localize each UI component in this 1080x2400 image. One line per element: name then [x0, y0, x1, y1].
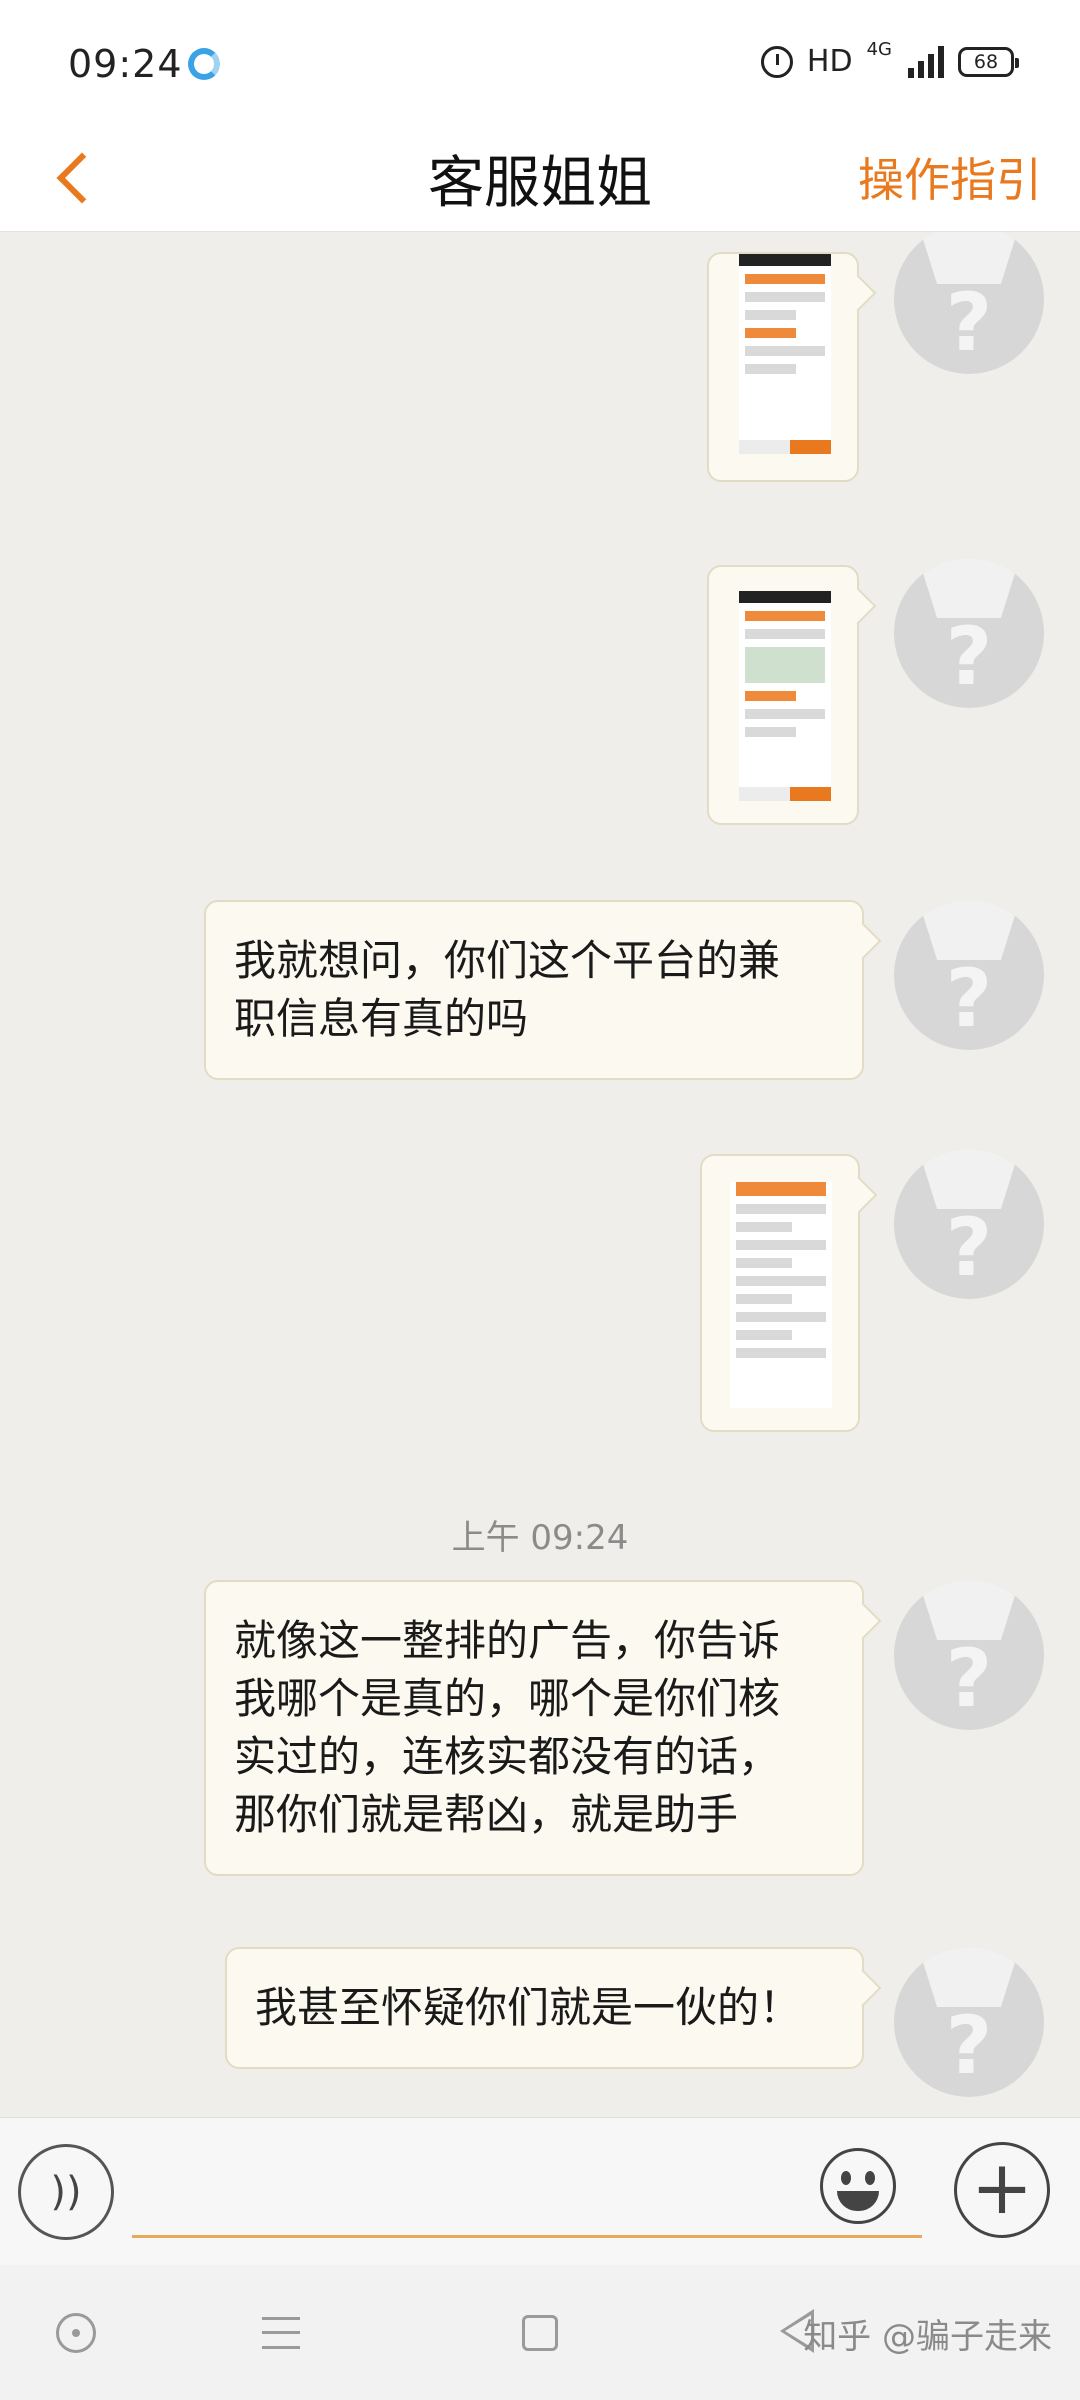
status-bar: 09:24 HD 4G 68	[0, 0, 1080, 120]
menu-icon[interactable]	[262, 2317, 300, 2349]
message-line: 实过的，连核实都没有的话，	[234, 1732, 781, 1781]
chat-area[interactable]: ? ? 我就想问，你们这个平台的兼 职信息有真的吗 ? ? 上午 09:24 就…	[0, 232, 1080, 2117]
signal-icon	[908, 45, 944, 78]
alarm-icon	[760, 45, 793, 78]
text-message[interactable]: 我甚至怀疑你们就是一伙的！	[225, 1947, 864, 2069]
avatar[interactable]: ?	[894, 1947, 1044, 2097]
message-line: 我就想问，你们这个平台的兼	[234, 936, 781, 985]
message-timestamp: 上午 09:24	[451, 1518, 629, 1558]
network-label: 4G	[866, 39, 892, 60]
screenshot-thumbnail[interactable]	[739, 591, 831, 801]
text-message[interactable]: 就像这一整排的广告，你告诉 我哪个是真的，哪个是你们核 实过的，连核实都没有的话…	[204, 1580, 864, 1876]
message-input[interactable]	[132, 2144, 922, 2238]
status-icons: HD 4G 68	[760, 39, 1019, 79]
avatar-question-icon: ?	[945, 1632, 993, 1725]
image-message[interactable]	[700, 1154, 860, 1432]
guide-button[interactable]: 操作指引	[858, 144, 1042, 210]
avatar[interactable]: ?	[894, 1580, 1044, 1730]
avatar[interactable]: ?	[894, 900, 1044, 1050]
battery-icon: 68	[958, 46, 1019, 77]
app-icon	[188, 48, 220, 80]
hd-label: HD	[806, 44, 853, 79]
voice-icon[interactable]: ))	[18, 2144, 114, 2240]
avatar-question-icon: ?	[945, 952, 993, 1045]
plus-icon[interactable]: +	[954, 2142, 1050, 2238]
input-bar: )) +	[0, 2117, 1080, 2265]
text-message[interactable]: 我就想问，你们这个平台的兼 职信息有真的吗	[204, 900, 864, 1080]
message-line: 我哪个是真的，哪个是你们核	[234, 1674, 781, 1723]
battery-level: 68	[973, 50, 999, 73]
image-message[interactable]	[707, 252, 859, 482]
avatar-question-icon: ?	[945, 276, 993, 369]
system-nav-bar: 知乎 @骗子走来	[0, 2265, 1080, 2400]
emoji-icon[interactable]	[820, 2148, 896, 2224]
message-line: 那你们就是帮凶，就是助手	[234, 1790, 739, 1839]
watermark: 知乎 @骗子走来	[803, 2317, 1052, 2357]
screenshot-thumbnail[interactable]	[739, 254, 831, 454]
image-message[interactable]	[707, 565, 859, 825]
avatar-question-icon: ?	[945, 610, 993, 703]
avatar-question-icon: ?	[945, 1201, 993, 1294]
screenshot-thumbnail[interactable]	[730, 1182, 832, 1408]
avatar-question-icon: ?	[945, 1999, 993, 2092]
message-line: 职信息有真的吗	[234, 994, 529, 1043]
chat-header: 客服姐姐 操作指引	[0, 120, 1080, 232]
circle-nav-icon[interactable]	[56, 2313, 96, 2353]
avatar[interactable]: ?	[894, 558, 1044, 708]
avatar[interactable]: ?	[894, 1149, 1044, 1299]
message-line: 我甚至怀疑你们就是一伙的！	[255, 1983, 802, 2032]
message-line: 就像这一整排的广告，你告诉	[234, 1616, 781, 1665]
home-square-icon[interactable]	[522, 2315, 558, 2351]
avatar[interactable]: ?	[894, 232, 1044, 374]
status-time: 09:24	[68, 42, 183, 86]
